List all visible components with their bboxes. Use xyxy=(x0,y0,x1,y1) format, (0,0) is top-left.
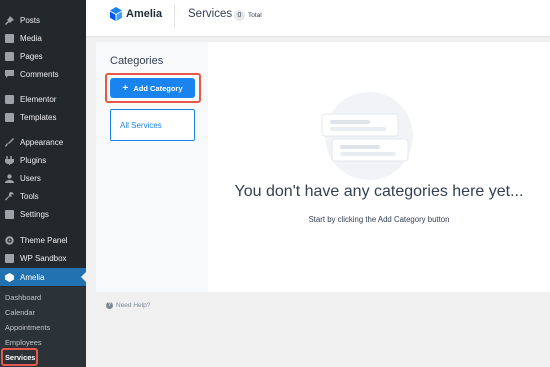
empty-state-title: You don't have any categories here yet..… xyxy=(234,183,524,200)
comments-icon xyxy=(5,70,14,79)
sidebar-item-posts[interactable]: Posts xyxy=(0,12,86,29)
categories-panel: Categories + Add Category All Services xyxy=(96,42,208,292)
highlight-box xyxy=(1,348,38,366)
sidebar-item-label: Comments xyxy=(20,70,59,79)
amelia-logo-icon xyxy=(110,7,122,21)
submenu-item-appointments[interactable]: Appointments xyxy=(5,323,50,332)
settings-icon xyxy=(5,210,14,219)
sidebar-item-wp-sandbox[interactable]: WP Sandbox xyxy=(0,250,86,267)
header-divider xyxy=(174,4,175,28)
sidebar-item-plugins[interactable]: Plugins xyxy=(0,152,86,169)
empty-state-subtitle: Start by clicking the Add Category butto… xyxy=(308,215,450,224)
count-label: Total xyxy=(248,12,262,19)
sidebar-item-label: Tools xyxy=(20,192,39,201)
sidebar-item-label: Settings xyxy=(20,210,49,219)
sidebar-item-settings[interactable]: Settings xyxy=(0,206,86,223)
sidebar-item-label: Theme Panel xyxy=(20,236,68,245)
sidebar-item-media[interactable]: Media xyxy=(0,30,86,47)
pin-icon xyxy=(5,16,14,25)
sidebar-item-tools[interactable]: Tools xyxy=(0,188,86,205)
admin-sidebar: Posts Media Pages Comments Elementor Tem… xyxy=(0,0,86,367)
sidebar-item-elementor[interactable]: Elementor xyxy=(0,91,86,108)
sidebar-item-pages[interactable]: Pages xyxy=(0,48,86,65)
services-content: You don't have any categories here yet..… xyxy=(208,42,550,292)
submenu-item-calendar[interactable]: Calendar xyxy=(5,308,35,317)
add-category-label: Add Category xyxy=(133,83,183,93)
all-services-item[interactable]: All Services xyxy=(110,109,195,141)
plus-icon: + xyxy=(122,82,129,94)
sidebar-item-label: Posts xyxy=(20,16,41,25)
empty-state-illustration xyxy=(314,92,424,180)
pages-icon xyxy=(5,52,14,61)
sidebar-item-label: Pages xyxy=(20,52,43,61)
sidebar-item-label: Media xyxy=(20,34,42,43)
logo-text: Amelia xyxy=(126,8,163,20)
sidebar-item-comments[interactable]: Comments xyxy=(0,66,86,83)
sidebar-item-theme-panel[interactable]: Theme Panel xyxy=(0,232,86,249)
sidebar-item-templates[interactable]: Templates xyxy=(0,109,86,126)
brush-icon xyxy=(5,138,14,147)
need-help-link[interactable]: ? Need Help? xyxy=(106,302,150,309)
sidebar-item-appearance[interactable]: Appearance xyxy=(0,134,86,151)
submenu-item-employees[interactable]: Employees xyxy=(5,338,42,347)
sidebar-item-label: Users xyxy=(20,174,41,183)
sidebar-item-label: Appearance xyxy=(20,138,64,147)
sidebar-item-label: Plugins xyxy=(20,156,47,165)
wrench-icon xyxy=(5,192,14,201)
sidebar-item-label: Elementor xyxy=(20,95,57,104)
user-icon xyxy=(5,174,14,183)
sidebar-item-amelia[interactable]: Amelia xyxy=(0,268,86,286)
amelia-header: Amelia Services 0 Total xyxy=(86,0,550,37)
need-help-label: Need Help? xyxy=(116,302,151,309)
plugin-icon xyxy=(5,156,14,165)
active-indicator xyxy=(81,272,86,282)
sidebar-item-label: WP Sandbox xyxy=(20,254,67,263)
elementor-icon xyxy=(5,95,14,104)
gear-icon xyxy=(5,236,14,245)
categories-title: Categories xyxy=(110,55,164,67)
sidebar-item-label: Templates xyxy=(20,113,57,122)
page-title: Services xyxy=(188,8,233,20)
add-category-button[interactable]: + Add Category xyxy=(110,78,195,98)
sidebar-item-users[interactable]: Users xyxy=(0,170,86,187)
amelia-icon xyxy=(5,272,14,282)
media-icon xyxy=(5,34,14,43)
submenu-item-dashboard[interactable]: Dashboard xyxy=(5,293,41,302)
templates-icon xyxy=(5,113,14,122)
sandbox-icon xyxy=(5,254,14,263)
count-badge: 0 xyxy=(234,10,245,21)
amelia-submenu: Dashboard Calendar Appointments Employee… xyxy=(0,287,86,367)
sidebar-item-label: Amelia xyxy=(20,272,45,282)
help-icon: ? xyxy=(106,302,113,309)
